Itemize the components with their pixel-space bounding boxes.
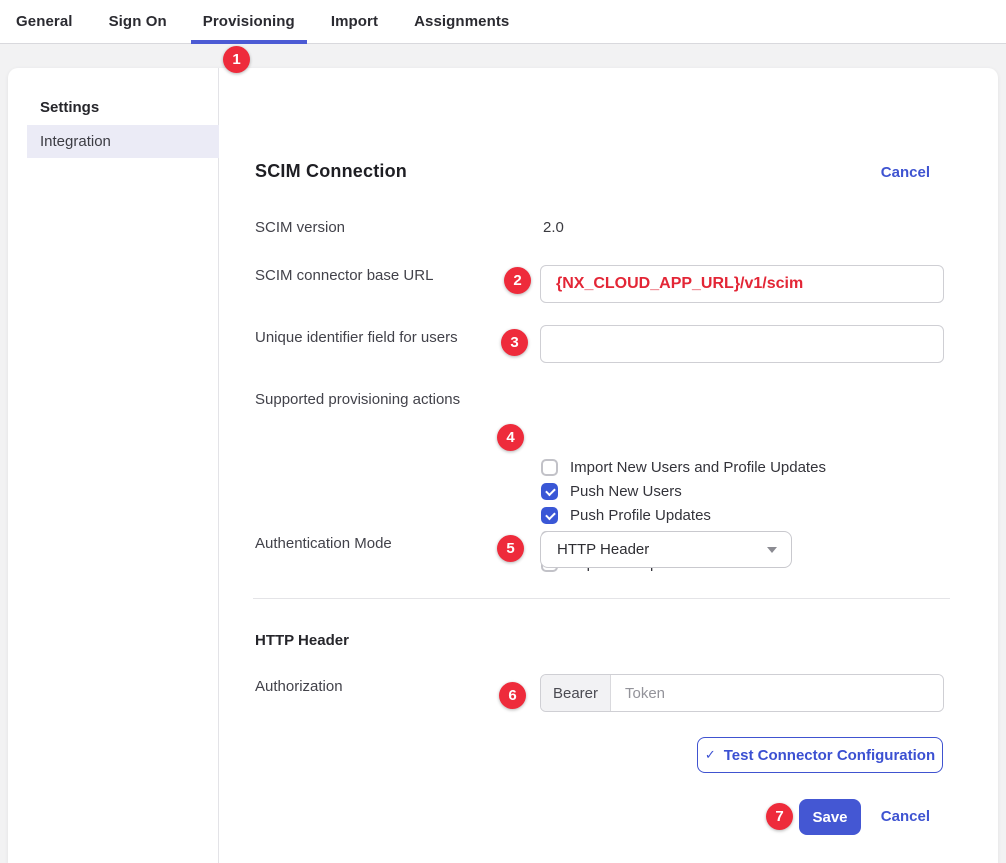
- scim-version-label: SCIM version: [255, 219, 345, 236]
- check-icon: ✓: [705, 747, 716, 763]
- base-url-input[interactable]: [540, 265, 944, 303]
- tab-sign-on[interactable]: Sign On: [109, 0, 167, 43]
- tab-assignments[interactable]: Assignments: [414, 0, 509, 43]
- checkbox-import-users[interactable]: [541, 459, 558, 476]
- annotation-badge-2: 2: [504, 267, 531, 294]
- test-connector-button[interactable]: ✓ Test Connector Configuration: [697, 737, 943, 773]
- tab-import[interactable]: Import: [331, 0, 378, 43]
- section-divider: [253, 598, 950, 599]
- annotation-badge-1: 1: [223, 46, 250, 73]
- page-title: SCIM Connection: [255, 161, 407, 182]
- auth-mode-selected-value: HTTP Header: [557, 541, 649, 558]
- action-row-push-profile-updates[interactable]: Push Profile Updates: [541, 503, 826, 527]
- unique-identifier-input[interactable]: [540, 325, 944, 363]
- test-connector-label: Test Connector Configuration: [724, 747, 935, 764]
- app-tabbar: General Sign On Provisioning Import Assi…: [0, 0, 1006, 44]
- checkbox-push-profile-updates[interactable]: [541, 507, 558, 524]
- provisioning-page: General Sign On Provisioning Import Assi…: [0, 0, 1006, 863]
- annotation-badge-5: 5: [497, 535, 524, 562]
- authorization-label: Authorization: [255, 678, 343, 695]
- annotation-badge-4: 4: [497, 424, 524, 451]
- checkbox-label: Push New Users: [570, 483, 682, 500]
- provisioning-actions-label: Supported provisioning actions: [255, 391, 460, 408]
- authorization-input-group: Bearer: [540, 674, 944, 712]
- checkbox-label: Push Profile Updates: [570, 507, 711, 524]
- scim-version-value: 2.0: [543, 219, 564, 236]
- action-row-push-new-users[interactable]: Push New Users: [541, 479, 826, 503]
- base-url-label: SCIM connector base URL: [255, 267, 433, 284]
- unique-identifier-label: Unique identifier field for users: [255, 329, 458, 346]
- bearer-prefix: Bearer: [541, 675, 611, 711]
- annotation-badge-7: 7: [766, 803, 793, 830]
- cancel-link-top[interactable]: Cancel: [881, 164, 930, 181]
- chevron-down-icon: [767, 547, 777, 553]
- tab-provisioning[interactable]: Provisioning: [203, 0, 295, 43]
- save-button[interactable]: Save: [799, 799, 861, 835]
- auth-mode-select[interactable]: HTTP Header: [540, 531, 792, 568]
- auth-mode-label: Authentication Mode: [255, 535, 392, 552]
- annotation-badge-3: 3: [501, 329, 528, 356]
- action-row-import-users[interactable]: Import New Users and Profile Updates: [541, 455, 826, 479]
- cancel-link-bottom[interactable]: Cancel: [881, 799, 930, 835]
- http-header-section-title: HTTP Header: [255, 632, 349, 649]
- checkbox-label: Import New Users and Profile Updates: [570, 459, 826, 476]
- checkbox-push-new-users[interactable]: [541, 483, 558, 500]
- settings-card: Settings Integration SCIM Connection Can…: [8, 68, 998, 863]
- sidebar-item-integration[interactable]: Integration: [27, 125, 219, 158]
- sidebar-header: Settings: [40, 99, 99, 116]
- settings-sidebar: Settings Integration: [8, 68, 219, 863]
- annotation-badge-6: 6: [499, 682, 526, 709]
- token-input[interactable]: [611, 675, 943, 711]
- tab-general[interactable]: General: [16, 0, 73, 43]
